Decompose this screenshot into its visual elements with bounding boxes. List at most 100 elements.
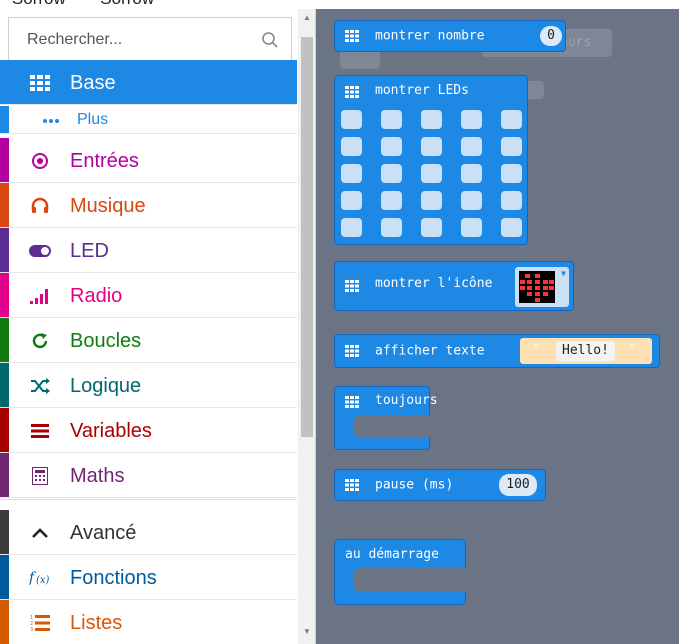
grid-icon xyxy=(29,72,51,94)
show-icon-block[interactable]: montrer l'icône ▼ xyxy=(334,261,574,311)
pause-label: pause (ms) xyxy=(375,477,454,493)
category-color-bar xyxy=(0,106,9,133)
category-radio[interactable]: Radio xyxy=(0,273,297,318)
category-color-bar xyxy=(0,363,9,407)
icon-picker-dropdown[interactable]: ▼ xyxy=(515,267,569,307)
led-cell[interactable] xyxy=(341,218,362,237)
show-leds-block[interactable]: montrer LEDs xyxy=(334,75,528,245)
grid-icon xyxy=(345,479,359,491)
led-cell[interactable] xyxy=(381,137,402,156)
category-plus[interactable]: Plus xyxy=(0,106,297,134)
category-label: Fonctions xyxy=(70,567,157,589)
grid-icon xyxy=(345,86,359,98)
category-color-bar xyxy=(0,600,9,644)
svg-text:3: 3 xyxy=(30,627,33,632)
search-box[interactable] xyxy=(8,17,292,63)
led-cell[interactable] xyxy=(421,191,442,210)
category-label: Logique xyxy=(70,375,142,397)
category-color-bar xyxy=(0,183,9,227)
show-number-block[interactable]: montrer nombre 0 xyxy=(334,20,566,52)
led-cell[interactable] xyxy=(341,164,362,183)
blocks-flyout: ours montrer nombre 0 montrer LEDs montr… xyxy=(316,9,679,644)
category-led[interactable]: LED xyxy=(0,228,297,273)
led-cell[interactable] xyxy=(421,110,442,129)
category-avance[interactable]: Avancé xyxy=(0,510,297,555)
category-label: Musique xyxy=(70,195,146,217)
statement-slot xyxy=(353,568,467,592)
led-cell[interactable] xyxy=(421,164,442,183)
scroll-up-arrow-icon[interactable]: ▲ xyxy=(301,12,313,24)
category-listes[interactable]: 123 Listes xyxy=(0,600,297,644)
scrollbar-thumb[interactable] xyxy=(301,37,313,437)
show-icon-label: montrer l'icône xyxy=(375,276,493,291)
led-cell[interactable] xyxy=(501,164,522,183)
led-cell[interactable] xyxy=(341,137,362,156)
on-start-label: au démarrage xyxy=(345,547,439,562)
led-cell[interactable] xyxy=(421,218,442,237)
led-cell[interactable] xyxy=(341,191,362,210)
search-icon[interactable] xyxy=(261,31,279,49)
category-label: Entrées xyxy=(70,150,139,172)
show-leds-label: montrer LEDs xyxy=(375,83,469,98)
forever-label: toujours xyxy=(375,393,438,408)
led-cell[interactable] xyxy=(461,110,482,129)
category-label: Avancé xyxy=(70,522,137,544)
search-input[interactable] xyxy=(9,18,259,62)
signal-bars-icon xyxy=(29,285,51,307)
led-cell[interactable] xyxy=(501,191,522,210)
forever-block[interactable]: toujours xyxy=(334,386,438,450)
category-variables[interactable]: Variables xyxy=(0,408,297,453)
category-maths[interactable]: Maths xyxy=(0,453,297,498)
pause-value[interactable]: 100 xyxy=(499,474,537,496)
show-string-block[interactable]: afficher texte “ Hello! ” xyxy=(334,334,660,368)
pause-block[interactable]: pause (ms) 100 xyxy=(334,469,546,501)
calculator-icon xyxy=(29,465,51,487)
headphones-icon xyxy=(29,195,51,217)
grid-icon xyxy=(345,30,359,42)
category-color-bar xyxy=(0,408,9,452)
category-fonctions[interactable]: f (x) Fonctions xyxy=(0,555,297,600)
grid-icon xyxy=(345,280,359,292)
category-color-bar xyxy=(0,318,9,362)
led-cell[interactable] xyxy=(501,218,522,237)
led-cell[interactable] xyxy=(501,137,522,156)
led-cell[interactable] xyxy=(501,110,522,129)
category-color-bar xyxy=(0,138,9,182)
led-cell[interactable] xyxy=(461,191,482,210)
category-musique[interactable]: Musique xyxy=(0,183,297,228)
category-color-bar xyxy=(0,60,9,104)
category-color-bar xyxy=(0,273,9,317)
more-dots-icon xyxy=(40,110,62,132)
category-label: Boucles xyxy=(70,330,142,352)
led-cell[interactable] xyxy=(421,137,442,156)
string-literal-block[interactable]: “ Hello! ” xyxy=(520,338,652,364)
dropdown-arrow-icon: ▼ xyxy=(561,269,566,278)
led-cell[interactable] xyxy=(461,137,482,156)
numbered-list-icon: 123 xyxy=(29,612,51,634)
category-base[interactable]: Base xyxy=(0,60,297,105)
on-start-block[interactable]: au démarrage xyxy=(334,539,467,605)
led-cell[interactable] xyxy=(381,110,402,129)
category-logique[interactable]: Logique xyxy=(0,363,297,408)
shuffle-icon xyxy=(29,375,51,397)
refresh-icon xyxy=(29,330,51,352)
led-cell[interactable] xyxy=(341,110,362,129)
category-label: Plus xyxy=(77,111,109,128)
led-cell[interactable] xyxy=(461,164,482,183)
led-cell[interactable] xyxy=(381,191,402,210)
category-boucles[interactable]: Boucles xyxy=(0,318,297,363)
string-value[interactable]: Hello! xyxy=(556,341,615,361)
show-number-label: montrer nombre xyxy=(375,28,485,44)
show-string-label: afficher texte xyxy=(375,343,485,359)
led-cell[interactable] xyxy=(381,164,402,183)
close-quote: ” xyxy=(628,341,636,359)
grid-icon xyxy=(345,396,359,408)
led-cell[interactable] xyxy=(461,218,482,237)
category-color-bar xyxy=(0,228,9,272)
scroll-down-arrow-icon[interactable]: ▼ xyxy=(301,626,313,638)
category-label: Base xyxy=(70,72,116,94)
show-number-value[interactable]: 0 xyxy=(540,26,562,46)
led-cell[interactable] xyxy=(381,218,402,237)
category-entrees[interactable]: Entrées xyxy=(0,138,297,183)
category-color-bar xyxy=(0,555,9,599)
